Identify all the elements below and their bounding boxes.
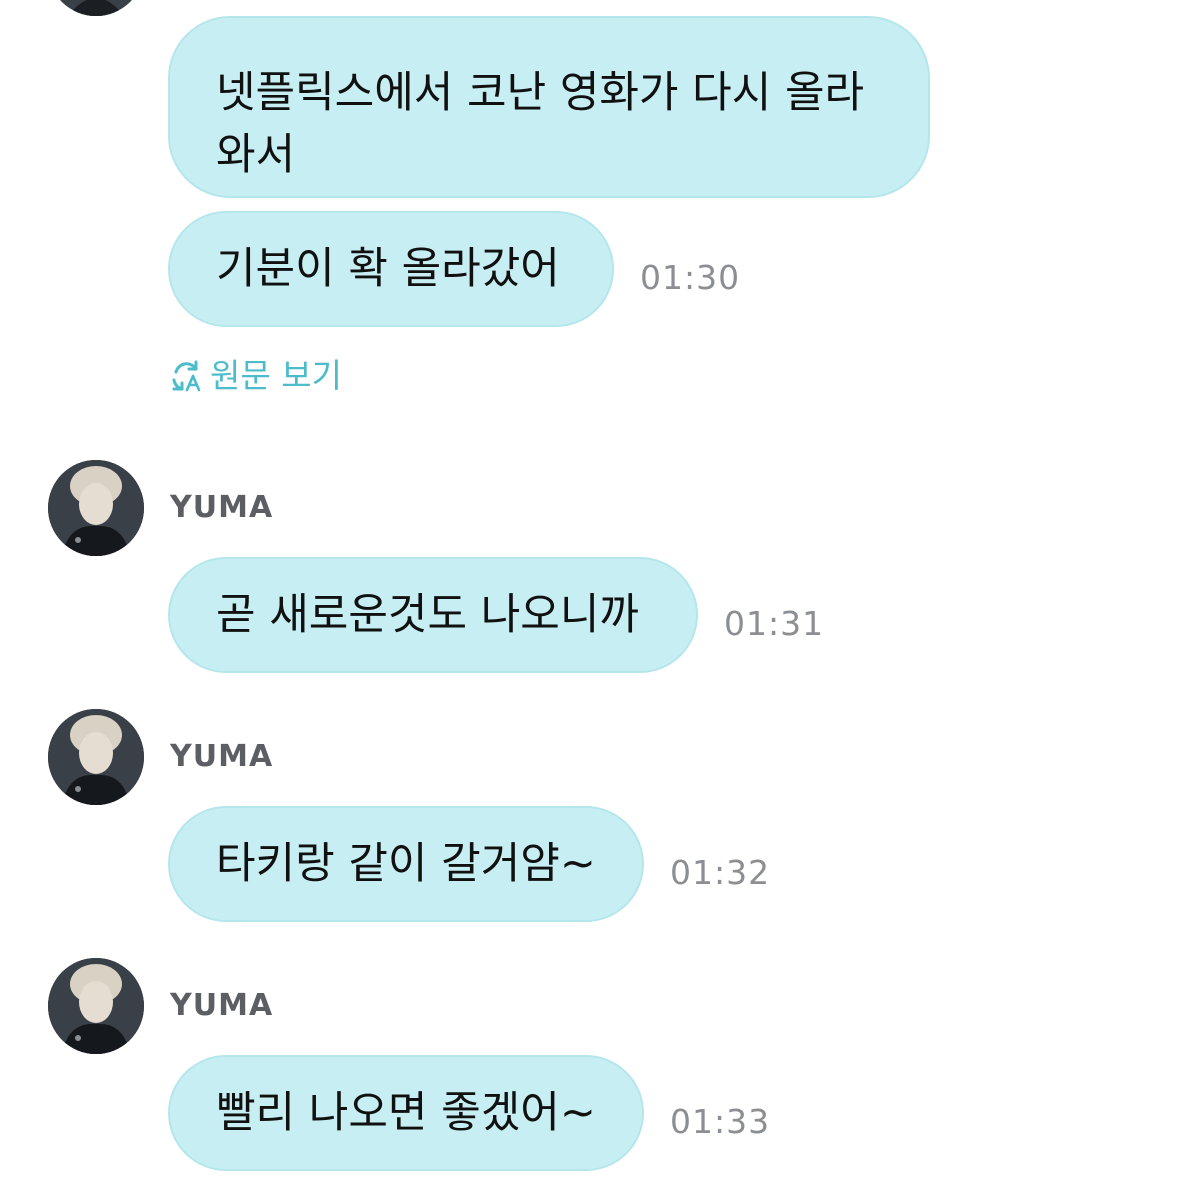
message-text: 넷플릭스에서 코난 영화가 다시 올라와서 bbox=[216, 68, 865, 180]
avatar[interactable] bbox=[48, 958, 144, 1054]
sender-name: YUMA bbox=[170, 988, 274, 1023]
message-bubble[interactable]: 타키랑 같이 갈거얌~ bbox=[168, 806, 644, 922]
avatar[interactable] bbox=[48, 0, 144, 16]
message-timestamp: 01:30 bbox=[640, 258, 741, 297]
message-text: 곧 새로운것도 나오니까 bbox=[216, 590, 639, 640]
message-bubble[interactable]: 빨리 나오면 좋겠어~ bbox=[168, 1055, 644, 1171]
avatar-photo bbox=[48, 0, 144, 16]
view-original-label: 원문 보기 bbox=[210, 356, 342, 395]
avatar[interactable] bbox=[48, 709, 144, 805]
message-bubble[interactable]: 기분이 확 올라갔어 bbox=[168, 211, 614, 327]
message-timestamp: 01:32 bbox=[670, 853, 771, 892]
message-timestamp: 01:31 bbox=[724, 604, 825, 643]
view-original-button[interactable]: 원문 보기 bbox=[168, 354, 342, 398]
avatar[interactable] bbox=[48, 460, 144, 556]
message-timestamp: 01:33 bbox=[670, 1102, 771, 1141]
message-text: 타키랑 같이 갈거얌~ bbox=[216, 839, 596, 889]
message-text: 빨리 나오면 좋겠어~ bbox=[216, 1088, 596, 1138]
message-bubble[interactable]: 곧 새로운것도 나오니까 bbox=[168, 557, 698, 673]
avatar-photo bbox=[48, 958, 144, 1054]
sender-name: YUMA bbox=[170, 739, 274, 774]
translate-icon bbox=[172, 360, 201, 392]
message-bubble[interactable]: 넷플릭스에서 코난 영화가 다시 올라와서 bbox=[168, 16, 930, 198]
avatar-photo bbox=[48, 709, 144, 805]
message-text: 기분이 확 올라갔어 bbox=[216, 244, 560, 294]
avatar-photo bbox=[48, 460, 144, 556]
sender-name: YUMA bbox=[170, 490, 274, 525]
